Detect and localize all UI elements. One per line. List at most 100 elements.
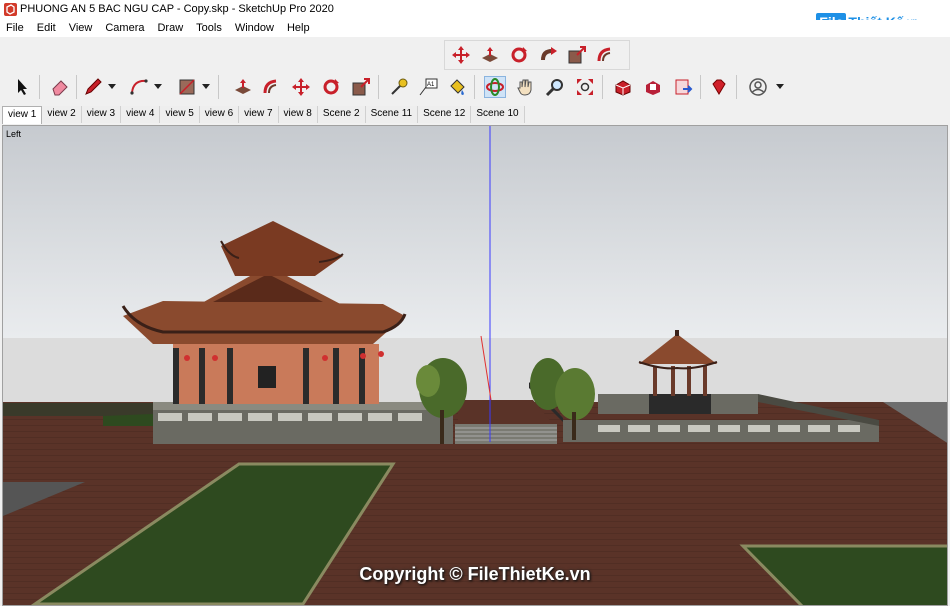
tape-measure-button[interactable] [388, 76, 410, 98]
push-pull-tool-button[interactable] [479, 44, 501, 66]
offset-button[interactable] [261, 76, 283, 98]
pavilion-base [649, 394, 711, 414]
arc-icon [130, 79, 148, 95]
scene-tab-view-7[interactable]: view 7 [239, 106, 279, 123]
3d-warehouse-button[interactable] [612, 76, 634, 98]
text-tool-button[interactable]: A1 [417, 76, 439, 98]
sketchup-logo-icon [4, 3, 17, 16]
scene-tab-view-2[interactable]: view 2 [42, 106, 82, 123]
line-tool-button[interactable] [82, 76, 104, 98]
scene-tab-view-8[interactable]: view 8 [278, 106, 318, 123]
move-tool-button[interactable] [450, 44, 472, 66]
menu-view[interactable]: View [63, 20, 100, 37]
arrow-cursor-icon [18, 79, 27, 95]
menu-tools[interactable]: Tools [190, 20, 229, 37]
scene-tab-view-3[interactable]: view 3 [81, 106, 122, 123]
rotate-icon [511, 47, 527, 63]
pan-button[interactable] [514, 76, 536, 98]
lawn-strip-left [103, 414, 153, 426]
offset-tool-button[interactable] [595, 44, 617, 66]
text-label-icon: A1 [419, 78, 438, 96]
scene-tab-scene-12[interactable]: Scene 12 [418, 106, 472, 123]
move-icon [292, 78, 310, 96]
zoom-button[interactable] [544, 76, 566, 98]
horizon-haze [3, 338, 947, 406]
scale-tool-button[interactable] [566, 44, 588, 66]
copyright-watermark: Copyright © FileThietKe.vn [359, 564, 591, 584]
main-toolbar: A1 [4, 71, 794, 103]
extension-manager-button[interactable] [708, 76, 730, 98]
select-tool-button[interactable] [12, 76, 34, 98]
magnifier-icon [545, 79, 563, 97]
offset-icon [263, 79, 277, 94]
account-button[interactable] [747, 76, 769, 98]
menu-bar: File Edit View Camera Draw Tools Window … [0, 20, 950, 37]
scene-tab-view-6[interactable]: view 6 [199, 106, 240, 123]
menu-camera[interactable]: Camera [99, 20, 151, 37]
line-tools-dropdown[interactable] [108, 76, 116, 98]
stairs [455, 424, 557, 444]
chevron-down-icon [154, 84, 162, 89]
push-pull-icon [482, 47, 498, 62]
terrace-edge [3, 403, 153, 416]
modeling-viewport[interactable]: Left Copyright © FileThietKe.vn [2, 125, 948, 606]
eraser-tool-button[interactable] [49, 76, 71, 98]
paint-bucket-icon [450, 79, 465, 95]
scene-tab-scene-2[interactable]: Scene 2 [317, 106, 366, 123]
scene-tab-view-1[interactable]: view 1 [2, 106, 43, 124]
ruby-gem-icon [712, 79, 726, 95]
move-button[interactable] [290, 76, 312, 98]
zoom-extents-button[interactable] [574, 76, 596, 98]
rotate-button[interactable] [320, 76, 342, 98]
menu-file[interactable]: File [0, 20, 31, 37]
offset-icon [597, 47, 611, 62]
layout-icon [675, 79, 693, 95]
shape-tools-dropdown[interactable] [202, 76, 210, 98]
scene-tab-scene-11[interactable]: Scene 11 [365, 106, 419, 123]
toolbar-separator [39, 75, 40, 99]
toolbar-separator [602, 75, 603, 99]
rectangle-tool-button[interactable] [176, 76, 198, 98]
title-bar: PHUONG AN 5 BAC NGU CAP - Copy.skp - Ske… [0, 0, 950, 20]
chevron-down-icon [108, 84, 116, 89]
toolbar-separator [76, 75, 77, 99]
menu-draw[interactable]: Draw [151, 20, 190, 37]
orbit-button[interactable] [484, 76, 506, 98]
account-dropdown[interactable] [776, 76, 784, 98]
extension-warehouse-button[interactable] [642, 76, 664, 98]
scene-tabs: view 1 view 2 view 3 view 4 view 5 view … [2, 106, 525, 124]
follow-me-icon [541, 47, 557, 60]
svg-text:A1: A1 [427, 82, 435, 88]
push-pull-icon [235, 79, 251, 94]
edit-toolbar [444, 40, 630, 70]
railing-right [598, 425, 860, 432]
chevron-down-icon [202, 84, 210, 89]
menu-window[interactable]: Window [229, 20, 281, 37]
arc-tools-dropdown[interactable] [154, 76, 162, 98]
hand-icon [517, 79, 532, 96]
follow-me-tool-button[interactable] [537, 44, 559, 66]
orbit-icon [486, 78, 504, 96]
toolbar-separator [378, 75, 379, 99]
zoom-extents-icon [577, 79, 593, 95]
eraser-icon [52, 80, 68, 96]
menu-edit[interactable]: Edit [31, 20, 63, 37]
warehouse-icon [615, 80, 631, 96]
paint-bucket-button[interactable] [446, 76, 468, 98]
tape-measure-icon [391, 78, 408, 95]
scale-button[interactable] [350, 76, 372, 98]
window-title: PHUONG AN 5 BAC NGU CAP - Copy.skp - Ske… [20, 3, 334, 15]
layout-send-button[interactable] [672, 76, 694, 98]
scene-tab-view-5[interactable]: view 5 [160, 106, 200, 123]
view-label: Left [6, 129, 22, 139]
move-icon [452, 46, 470, 64]
menu-help[interactable]: Help [281, 20, 317, 37]
scene-tab-scene-10[interactable]: Scene 10 [471, 106, 525, 123]
push-pull-button[interactable] [232, 76, 254, 98]
arc-tool-button[interactable] [128, 76, 150, 98]
rotate-tool-button[interactable] [508, 44, 530, 66]
chevron-down-icon [776, 84, 784, 89]
scene-tab-view-4[interactable]: view 4 [121, 106, 161, 123]
rotate-icon [323, 79, 339, 95]
railing-left [158, 413, 422, 421]
